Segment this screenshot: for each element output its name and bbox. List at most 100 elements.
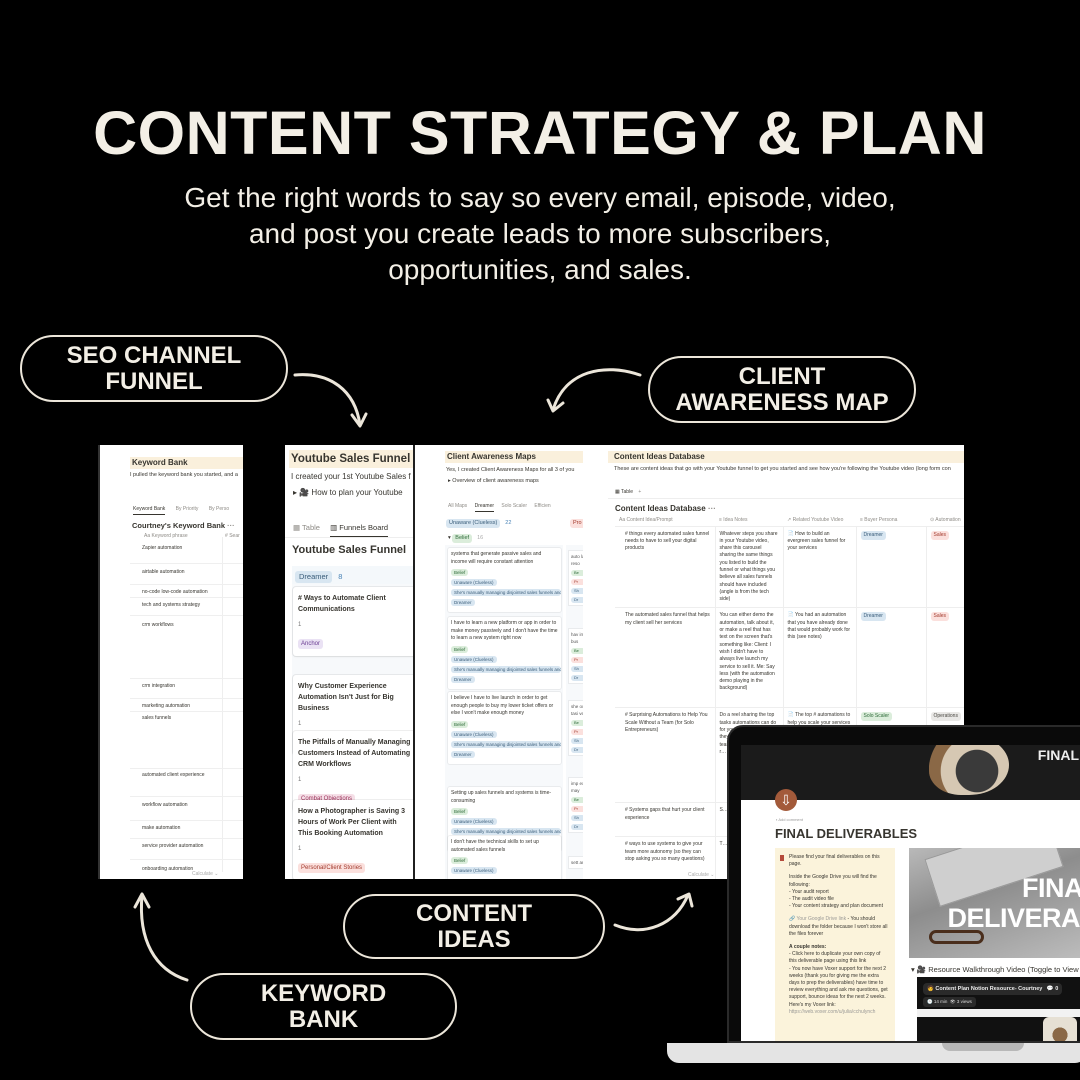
headline: CONTENT STRATEGY & PLAN [93,99,987,167]
automation-cell[interactable]: Sales [926,607,964,709]
database-title: Content Ideas Database ··· [615,504,716,513]
automation-cell[interactable]: Sales [926,526,964,609]
deliverables-callout: Please find your final deliverables on t… [775,848,895,1041]
column-header[interactable]: Aa Content Idea/Prompt [615,515,715,527]
card-tag: Sh [571,815,583,821]
seo-channel-funnel-label: SEO CHANNEL FUNNEL [20,335,288,402]
bookmark-icon [780,855,784,861]
keyword-row[interactable]: airtable automation [142,569,185,575]
add-view-button[interactable]: + [638,489,641,495]
related-video-cell[interactable]: 📄 You had an automation that you have al… [783,607,857,709]
keyword-row[interactable]: sales funnels [142,715,171,721]
column-header[interactable]: ↗ Related Youtube Video [783,515,856,527]
board-card[interactable]: she own tasi vent Be Pr Sh Dr [569,701,583,755]
persona-cell[interactable]: Dreamer [856,526,927,609]
automation-tag: Sales [930,530,950,540]
callout-text: - You now have Voxer support for the nex… [789,965,888,1008]
keyword-row[interactable]: Zapier automation [142,545,182,551]
more-icon[interactable]: ··· [227,521,235,530]
keyword-row[interactable]: service provider automation [142,843,203,849]
column-header[interactable]: ≡ Buyer Persona [856,515,926,527]
label-line: IDEAS [437,925,511,953]
keyword-row[interactable]: crm integration [142,683,175,689]
tab-funnels-board[interactable]: ▥ Funnels Board [330,523,389,537]
table-row[interactable]: # things every automated sales funnel ne… [615,526,964,609]
google-drive-link[interactable]: 🔗 Your Google Drive link [789,916,846,922]
board-card[interactable]: The Pitfalls of Manually Managing Custom… [293,731,413,811]
persona-cell[interactable]: Dreamer [856,607,927,709]
board-card[interactable]: How a Photographer is Saving 3 Hours of … [293,800,413,879]
keyword-row[interactable]: marketing automation [142,703,190,709]
toggle-block[interactable]: ▸ Overview of client awareness maps [448,478,539,484]
video-browser-strip [917,1009,1080,1017]
column-header[interactable]: Aa Keyword phrase [144,533,188,539]
related-video-cell[interactable]: 📄 How to build an evergreen sales funnel… [783,526,857,609]
row-divider [130,796,243,797]
idea-cell[interactable]: # things every automated sales funnel ne… [615,526,716,609]
keyword-row[interactable]: automated client experience [142,772,205,778]
keyword-row[interactable]: crm workflows [142,622,174,628]
toggle-label: 🎥 How to plan your Youtube [299,488,403,497]
keyword-row[interactable]: make automation [142,825,180,831]
board-card[interactable]: I believe I have to live launch in order… [448,692,561,764]
keyword-row[interactable]: onboarding automation [142,866,193,872]
calculate-button[interactable]: Calculate ⌄ [688,872,714,878]
label-line: BANK [288,1005,359,1033]
voxer-link[interactable]: https://web.voxer.com/u/julia/cchulynch [789,1009,875,1015]
label-line: FUNNEL [105,367,203,395]
idea-cell[interactable]: The automated sales funnel that helps my… [615,607,716,709]
board-card[interactable]: sett and [569,857,583,868]
comments-count[interactable]: 💬 0 [1047,986,1058,992]
duplicate-link[interactable]: - Click here to duplicate your own copy … [789,951,880,964]
keyword-row[interactable]: no-code low-code automation [142,589,208,595]
board-card[interactable]: hav imp bus Be Pr Sh Dr [569,629,583,683]
tab-by-persona[interactable]: By Perso [209,506,229,512]
tab-efficient[interactable]: Efficien [534,503,550,509]
board-card[interactable]: auto lang reso Be Pr Sh Dr [569,551,583,605]
column-header[interactable]: ≡ Idea Notes [715,515,783,527]
keyword-row[interactable]: tech and systems strategy [142,602,200,608]
tab-keyword-bank[interactable]: Keyword Bank [133,506,166,515]
card-tag: Pr [571,806,583,812]
tab-table[interactable]: ▦ Table [615,489,633,495]
notes-cell[interactable]: You can either demo the automation, talk… [715,607,784,709]
board-card[interactable]: systems that generate passive sales and … [448,548,561,612]
table-icon: ▦ [293,523,303,532]
video-embed[interactable]: 🧑 Content Plan Notion Resource- Courtney… [917,977,1080,1041]
calculate-button[interactable]: Calculate ⌄ [192,871,218,877]
idea-cell[interactable]: # Surprising Automations to Help You Sca… [615,707,716,804]
idea-cell[interactable]: # Systems gaps that hurt your client exp… [615,802,716,838]
card-tag: Dreamer [451,675,475,683]
card-tag: Anchor [298,639,324,649]
card-tag: She's manually managing disjointed sales… [451,740,561,748]
more-icon[interactable]: ··· [708,504,716,513]
table-row[interactable]: The automated sales funnel that helps my… [615,607,964,709]
toggle-block[interactable]: ▸ 🎥 How to plan your Youtube [293,488,403,497]
column-header[interactable]: ⊙ Automation [926,515,964,527]
card-title: systems that generate passive sales and … [451,551,542,565]
card-tag: Belief [451,569,469,576]
card-tag: Belief [451,857,469,864]
tab-by-priority[interactable]: By Priority [176,506,199,512]
notes-cell[interactable]: Whatever steps you share in your Youtube… [715,526,784,609]
row-divider [130,615,243,616]
sub-group-header[interactable]: ▾ Belief 16 [448,534,483,543]
board-card[interactable]: I have to learn a new platform or app in… [448,617,561,689]
page-description: Yes, I created Client Awareness Maps for… [446,467,575,473]
column-header[interactable]: # Sear [225,533,240,539]
resource-video-toggle[interactable]: ▾ 🎥 Resource Walkthrough Video (Toggle t… [911,965,1079,974]
board-card[interactable]: imp exp may Be Pr Sh Dr [569,778,583,832]
board-card[interactable]: # Ways to Automate Client Communications… [293,587,413,656]
row-divider [130,711,243,712]
keyword-row[interactable]: workflow automation [142,802,188,808]
tab-solo-scaler[interactable]: Solo Scaler [501,503,527,509]
board-card[interactable]: I don't have the technical skills to set… [448,836,561,879]
tab-all-maps[interactable]: All Maps [448,503,467,509]
laptop-mockup: FINAL ⇩ ▪ Add comment FINAL DELIVERABLES… [667,725,1080,1080]
tab-dreamer[interactable]: Dreamer [474,503,495,512]
subhead-line: and post you create leads to more subscr… [248,218,832,249]
tab-table[interactable]: ▦ Table [293,523,320,532]
add-comment-button[interactable]: ▪ Add comment [776,817,803,822]
row-divider [130,584,243,585]
card-tag: Belief [451,808,469,815]
